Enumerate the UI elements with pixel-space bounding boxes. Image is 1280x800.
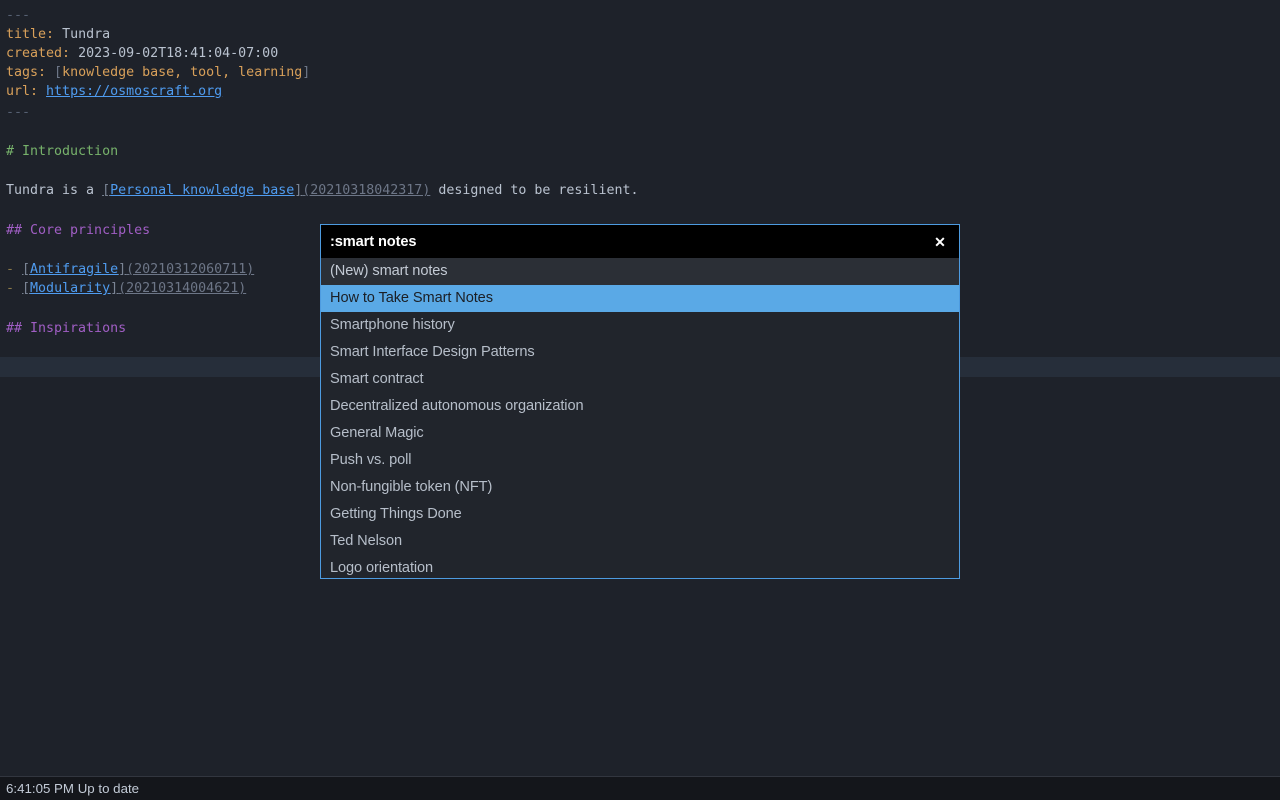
pkb-link-open-bracket: [ [102,183,111,198]
result-item[interactable]: Ted Nelson [321,528,959,555]
result-item[interactable]: How to Take Smart Notes [321,285,959,312]
introduction-paragraph-prefix: Tundra is a [6,183,103,198]
pkb-link-text[interactable]: Personal knowledge base [110,183,294,198]
modularity-open-bracket: [ [22,281,31,296]
search-input[interactable] [330,233,929,250]
frontmatter-close-delimiter-text: --- [6,105,31,120]
heading-introduction-text: # Introduction [6,144,119,159]
antifragile-close-bracket: ] [118,262,127,277]
frontmatter-open-delimiter-text: --- [6,8,31,23]
result-item[interactable]: Push vs. poll [321,447,959,474]
frontmatter-url-key: url: [6,84,39,99]
modularity-close-bracket: ] [110,281,119,296]
status-bar: 6:41:05 PM Up to date [0,776,1280,800]
frontmatter-created-key: created: [6,46,71,61]
frontmatter-title-value: Tundra [62,27,111,42]
modularity-link[interactable]: Modularity [30,281,110,296]
result-item[interactable]: Smart Interface Design Patterns [321,339,959,366]
quick-open-results-list: (New) smart notes How to Take Smart Notes… [321,258,959,578]
heading-core-principles-text: ## Core principles [6,223,151,238]
heading-introduction: # Introduction [6,142,118,162]
result-item[interactable]: Logo orientation [321,555,959,578]
frontmatter-tags-value: knowledge base, tool, learning [62,65,303,80]
list-bullet: - [6,262,15,277]
tags-close-bracket: ] [302,65,311,80]
result-item[interactable]: Decentralized autonomous organization [321,393,959,420]
frontmatter-tags-key: tags: [6,65,47,80]
antifragile-id: (20210312060711) [126,262,255,277]
frontmatter-close-delimiter: --- [6,103,30,123]
heading-inspirations-text: ## Inspirations [6,321,127,336]
frontmatter-title-key: title: [6,27,55,42]
modularity-id: (20210314004621) [118,281,247,296]
quick-open-dialog: ✕ (New) smart notesHow to Take Smart Not… [320,224,960,579]
frontmatter-url-link[interactable]: https://osmoscraft.org [46,84,222,99]
result-item[interactable]: Smartphone history [321,312,959,339]
heading-core-principles: ## Core principles [6,221,150,241]
frontmatter-open-delimiter: --- [6,6,30,26]
frontmatter-created-line: created: 2023-09-02T18:41:04-07:00 [6,44,278,64]
antifragile-open-bracket: [ [22,262,31,277]
result-item[interactable]: General Magic [321,420,959,447]
introduction-paragraph-suffix: designed to be resilient. [430,183,639,198]
frontmatter-url-line: url: https://osmoscraft.org [6,82,222,102]
introduction-paragraph: Tundra is a [Personal knowledge base](20… [6,181,638,201]
quick-open-header: ✕ [321,225,959,258]
pkb-link-id: (20210318042317) [302,183,431,198]
frontmatter-tags-line: tags: [knowledge base, tool, learning] [6,63,310,83]
antifragile-link[interactable]: Antifragile [30,262,118,277]
result-item[interactable]: Getting Things Done [321,501,959,528]
frontmatter-title-line: title: Tundra [6,25,110,45]
list-item: - [Antifragile](20210312060711) [6,260,254,280]
heading-inspirations: ## Inspirations [6,319,126,339]
result-item[interactable]: Non-fungible token (NFT) [321,474,959,501]
tags-open-bracket: [ [54,65,63,80]
result-item-new[interactable]: (New) smart notes [321,258,959,285]
list-bullet: - [6,281,15,296]
close-icon[interactable]: ✕ [929,231,951,253]
frontmatter-created-value: 2023-09-02T18:41:04-07:00 [78,46,279,61]
list-item: - [Modularity](20210314004621) [6,279,246,299]
result-item[interactable]: Smart contract [321,366,959,393]
